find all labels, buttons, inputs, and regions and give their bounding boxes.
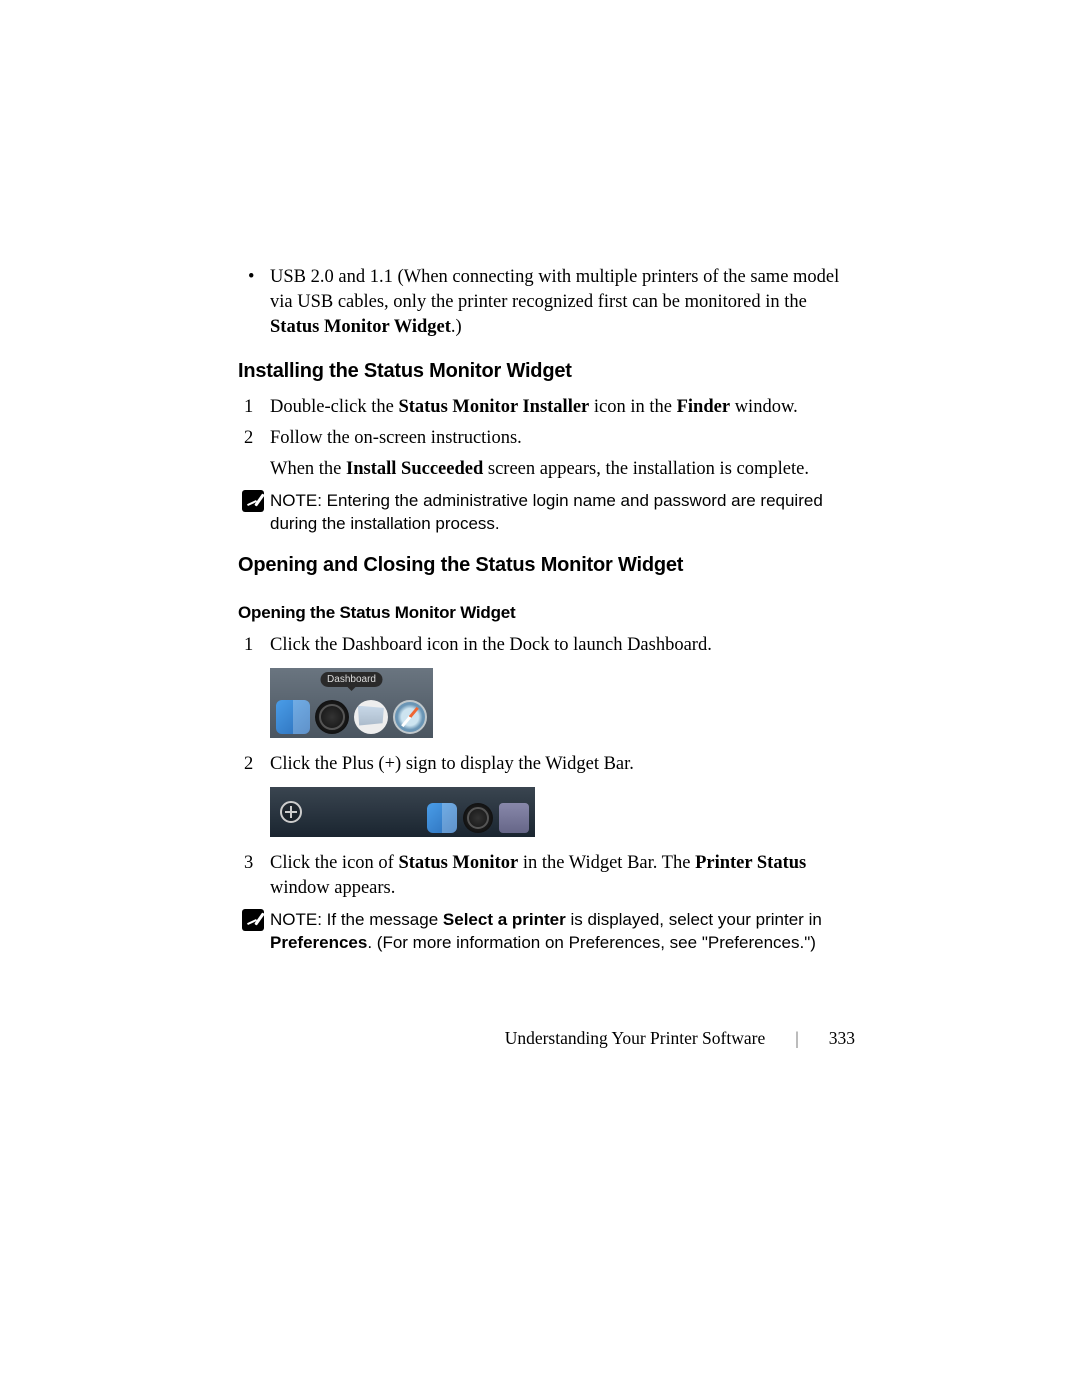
- subheading-opening: Opening the Status Monitor Widget: [238, 603, 855, 623]
- note-row: NOTE: Entering the administrative login …: [238, 490, 855, 536]
- step-item: 1 Double-click the Status Monitor Instal…: [238, 395, 855, 420]
- note-row: NOTE: If the message Select a printer is…: [238, 909, 855, 955]
- plus-icon: [280, 801, 302, 823]
- dock-row: [270, 700, 433, 734]
- text: in the Widget Bar. The: [518, 853, 695, 873]
- step-number: 2: [238, 426, 270, 451]
- step-text: Click the Plus (+) sign to display the W…: [270, 752, 855, 777]
- step-number: 1: [238, 395, 270, 420]
- figure-widget-bar: [270, 787, 535, 837]
- mail-icon: [354, 700, 388, 734]
- dashboard-icon: [463, 803, 493, 833]
- document-page: • USB 2.0 and 1.1 (When connecting with …: [0, 0, 1080, 954]
- text: . (For more information on Preferences, …: [367, 933, 816, 952]
- step-text: Click the icon of Status Monitor in the …: [270, 851, 855, 901]
- bullet-marker: •: [238, 265, 270, 340]
- finder-icon: [427, 803, 457, 833]
- text: USB 2.0 and 1.1 (When connecting with mu…: [270, 267, 839, 312]
- finder-icon: [276, 700, 310, 734]
- text-bold: Select a printer: [443, 910, 566, 929]
- printer-icon: [499, 803, 529, 833]
- sub-text: When the Install Succeeded screen appear…: [270, 457, 855, 482]
- heading-opening-closing: Opening and Closing the Status Monitor W…: [238, 554, 855, 577]
- note-text: NOTE: Entering the administrative login …: [270, 490, 855, 536]
- dock-row: [427, 803, 529, 833]
- text-bold: Printer Status: [695, 853, 806, 873]
- dashboard-tooltip: Dashboard: [320, 672, 383, 687]
- step-item: 3 Click the icon of Status Monitor in th…: [238, 851, 855, 901]
- note-icon: [242, 909, 264, 931]
- note-icon: [242, 490, 264, 512]
- step-number: 1: [238, 633, 270, 658]
- heading-installing: Installing the Status Monitor Widget: [238, 360, 855, 383]
- text-bold: Finder: [677, 397, 730, 417]
- step-text: Double-click the Status Monitor Installe…: [270, 395, 855, 420]
- step-item: 2 Click the Plus (+) sign to display the…: [238, 752, 855, 777]
- text: When the: [270, 459, 346, 479]
- figure-dashboard-dock: Dashboard: [270, 668, 433, 738]
- step-number: 3: [238, 851, 270, 901]
- page-footer: Understanding Your Printer Software | 33…: [0, 1028, 855, 1049]
- note-icon-wrap: [238, 909, 270, 955]
- text: window appears.: [270, 878, 395, 898]
- text-bold: Status Monitor Installer: [398, 397, 589, 417]
- text: icon in the: [589, 397, 676, 417]
- step-item: 2 Follow the on-screen instructions.: [238, 426, 855, 451]
- text: is displayed, select your printer in: [566, 910, 822, 929]
- dashboard-icon: [315, 700, 349, 734]
- footer-separator: |: [795, 1028, 799, 1049]
- text-bold: Status Monitor: [398, 853, 518, 873]
- safari-icon: [393, 700, 427, 734]
- step-text: Follow the on-screen instructions.: [270, 426, 855, 451]
- step-text: Click the Dashboard icon in the Dock to …: [270, 633, 855, 658]
- text: Click the icon of: [270, 853, 398, 873]
- page-number: 333: [829, 1028, 855, 1049]
- footer-title: Understanding Your Printer Software: [505, 1028, 766, 1049]
- text: Double-click the: [270, 397, 398, 417]
- text: window.: [730, 397, 798, 417]
- note-icon-wrap: [238, 490, 270, 536]
- bullet-text: USB 2.0 and 1.1 (When connecting with mu…: [270, 265, 855, 340]
- text: .): [451, 317, 462, 337]
- text-bold: Preferences: [270, 933, 367, 952]
- text: NOTE: If the message: [270, 910, 443, 929]
- bullet-item: • USB 2.0 and 1.1 (When connecting with …: [238, 265, 855, 340]
- text-bold: Status Monitor Widget: [270, 317, 451, 337]
- text-bold: Install Succeeded: [346, 459, 483, 479]
- step-number: 2: [238, 752, 270, 777]
- step-item: 1 Click the Dashboard icon in the Dock t…: [238, 633, 855, 658]
- note-text: NOTE: If the message Select a printer is…: [270, 909, 855, 955]
- text: screen appears, the installation is comp…: [483, 459, 809, 479]
